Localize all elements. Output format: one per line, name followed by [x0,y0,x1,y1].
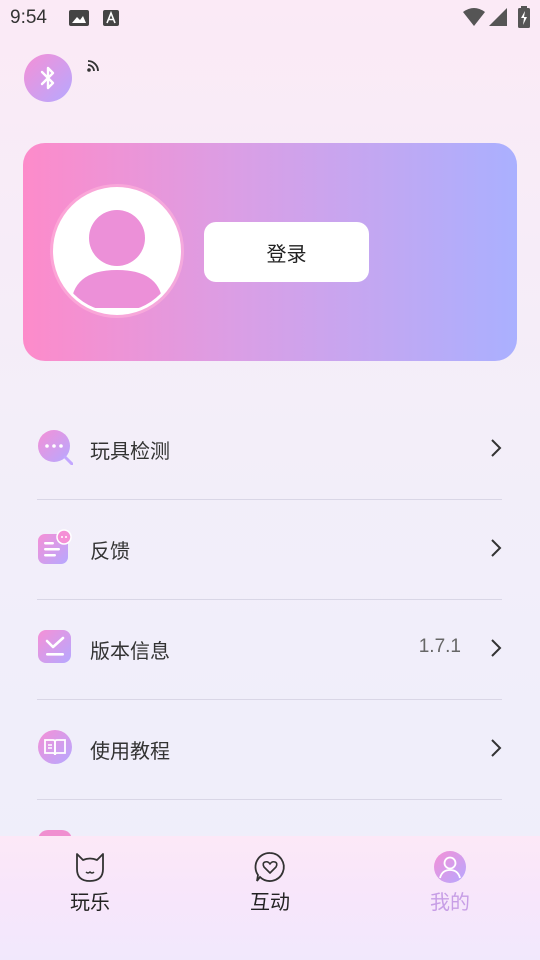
battery-charging-icon [518,6,530,28]
tab-interact[interactable]: 互动 [220,850,320,915]
menu-item-version-info[interactable]: 版本信息 1.7.1 [37,599,503,699]
feedback-icon [38,529,72,564]
chevron-right-icon [491,639,502,657]
menu-item-toy-detection[interactable]: 玩具检测 [37,399,503,499]
text-notification-icon [103,10,119,26]
profile-card: 登录 [23,143,517,361]
heart-chat-icon [254,852,285,882]
chevron-right-icon [491,539,502,557]
bluetooth-icon [40,66,55,90]
bottom-tab-bar: 玩乐 互动 我的 [0,836,540,960]
bluetooth-button[interactable] [24,54,72,102]
wifi-icon [463,8,485,26]
connection-signal-icon [87,60,99,72]
person-icon [434,851,466,883]
menu-item-label: 玩具检测 [90,439,170,463]
version-info-icon [38,630,71,663]
menu-item-tutorial[interactable]: 使用教程 [37,699,503,799]
avatar[interactable] [53,187,181,315]
tab-label: 玩乐 [70,890,110,914]
image-notification-icon [69,10,89,26]
menu-item-label: 反馈 [90,539,130,563]
cat-icon [76,853,104,882]
status-bar: 9:54 [0,0,540,36]
book-icon [38,730,72,764]
default-avatar-icon [71,210,163,308]
status-time: 9:54 [10,7,47,28]
menu-item-feedback[interactable]: 反馈 [37,499,503,599]
tab-play[interactable]: 玩乐 [40,850,140,915]
tab-label: 我的 [430,890,470,914]
menu-item-label: 使用教程 [90,739,170,763]
cell-signal-icon [489,8,507,26]
tab-label: 互动 [250,890,290,914]
chevron-right-icon [491,439,502,457]
tab-mine[interactable]: 我的 [400,850,500,915]
version-number: 1.7.1 [418,636,461,657]
menu-item-label: 版本信息 [90,639,170,663]
divider [37,799,502,800]
login-button[interactable]: 登录 [204,222,369,282]
chevron-right-icon [491,739,502,757]
toy-detection-icon [38,430,73,465]
